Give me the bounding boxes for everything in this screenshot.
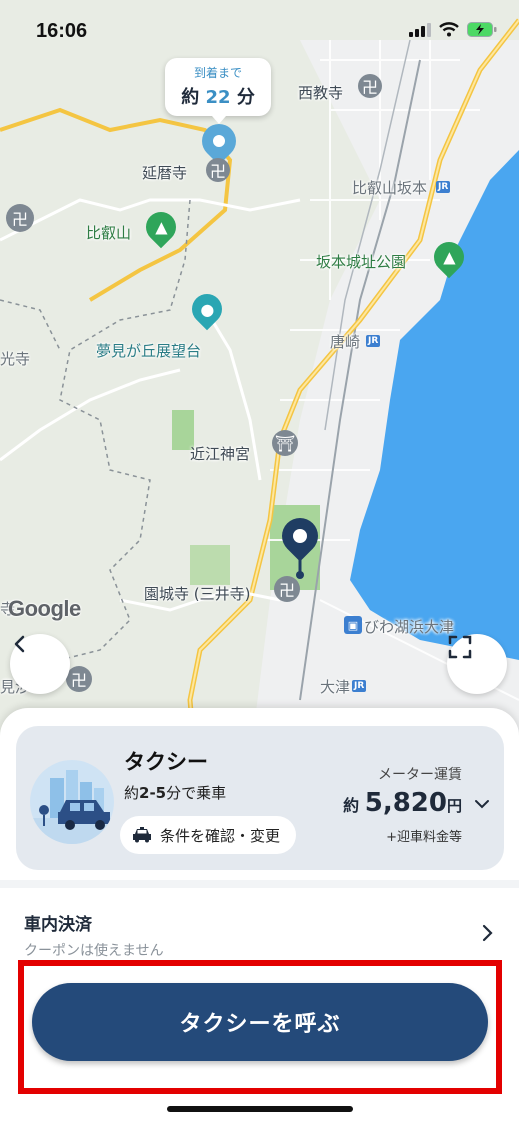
fare-label: メーター運賃: [378, 767, 462, 783]
conditions-label: 条件を確認・変更: [160, 826, 281, 845]
fare-amount: 約 5,820円: [343, 788, 462, 818]
arrival-minutes: 22: [205, 87, 231, 108]
service-name: タクシー: [124, 750, 208, 774]
fullscreen-icon: [448, 635, 472, 659]
fare-unit: 円: [446, 797, 462, 815]
arrival-caption: 到着まで: [193, 66, 242, 80]
temple-icon: 卍: [6, 204, 34, 232]
payment-method-row[interactable]: 車内決済 クーポンは使えません: [0, 898, 519, 968]
conditions-button[interactable]: 条件を確認・変更: [120, 816, 297, 854]
jr-icon: JR: [436, 181, 451, 193]
service-card[interactable]: タクシー 約2-5分で乗車 条件を確認・変更 メーター運賃 約 5,820円 +…: [16, 726, 504, 870]
arrival-time: 約 22 分: [165, 83, 271, 109]
back-button[interactable]: [10, 634, 70, 694]
label-karasaki: 唐崎: [330, 333, 361, 351]
bottom-sheet: タクシー 約2-5分で乗車 条件を確認・変更 メーター運賃 約 5,820円 +…: [0, 708, 519, 1125]
google-logo: Google: [8, 596, 81, 621]
fare-value: 5,820: [364, 788, 447, 818]
battery-charging-icon: [467, 22, 497, 37]
label-biwako-hamaotsu: びわ湖浜大津: [364, 618, 455, 636]
arrival-time-bubble: 到着まで 約 22 分: [165, 58, 271, 124]
payment-title: 車内決済: [24, 915, 92, 935]
label-hieizan: 比叡山: [86, 224, 132, 242]
label-enryakuji: 延暦寺: [142, 164, 188, 182]
fare-prefix: 約: [343, 796, 360, 815]
label-sakamoto-castle: 坂本城址公園: [316, 253, 407, 271]
status-time: 16:06: [36, 20, 88, 42]
jr-icon: JR: [352, 680, 367, 692]
eta-suffix: 分で乗車: [166, 784, 227, 802]
label-onjoji: 園城寺 (三井寺): [144, 585, 251, 603]
chevron-right-icon: [482, 924, 493, 942]
temple-icon: 卍: [358, 74, 382, 98]
status-icons: [409, 22, 497, 37]
pickup-eta: 約2-5分で乗車: [124, 782, 226, 803]
call-taxi-button[interactable]: タクシーを呼ぶ: [32, 983, 488, 1061]
chevron-down-icon[interactable]: [474, 798, 490, 810]
eta-range: 2-5: [139, 784, 167, 802]
label-saikyoji: 西教寺: [298, 84, 344, 102]
fare-note: +迎車料金等: [386, 830, 462, 845]
fullscreen-button[interactable]: [447, 634, 507, 694]
taxi-illustration-icon: [30, 760, 114, 844]
temple-icon: 卍: [206, 158, 230, 182]
arrival-unit: 分: [236, 87, 255, 108]
label-otsu: 大津: [320, 678, 351, 696]
jr-icon: JR: [366, 335, 381, 347]
car-icon: [133, 827, 151, 843]
section-divider: [0, 880, 519, 888]
wifi-icon: [439, 22, 459, 37]
map-view[interactable]: 到着まで 約 22 分 卍 西教寺 卍 延暦寺 比叡山坂本 JR 卍 ▲ 比叡山…: [0, 0, 519, 760]
temple-icon: 卍: [66, 666, 92, 692]
temple-icon: 卍: [274, 576, 300, 602]
label-omi-jingu: 近江神宮: [190, 445, 251, 463]
chevron-left-icon: [14, 635, 25, 653]
label-yumemigaoka: 夢見が丘展望台: [96, 342, 202, 360]
home-indicator: [167, 1106, 353, 1112]
arrival-prefix: 約: [181, 87, 200, 108]
station-icon: ▣: [344, 616, 362, 634]
eta-prefix: 約: [124, 784, 140, 802]
shrine-icon: ⛩: [272, 430, 298, 456]
status-bar: 16:06: [0, 0, 519, 60]
taxi-illustration-graphic: [30, 770, 114, 844]
payment-note: クーポンは使えません: [24, 943, 164, 959]
signal-icon: [409, 22, 431, 37]
label-hieizan-sakamoto: 比叡山坂本: [352, 179, 428, 197]
label-edge-kouji: 光寺: [0, 350, 31, 368]
